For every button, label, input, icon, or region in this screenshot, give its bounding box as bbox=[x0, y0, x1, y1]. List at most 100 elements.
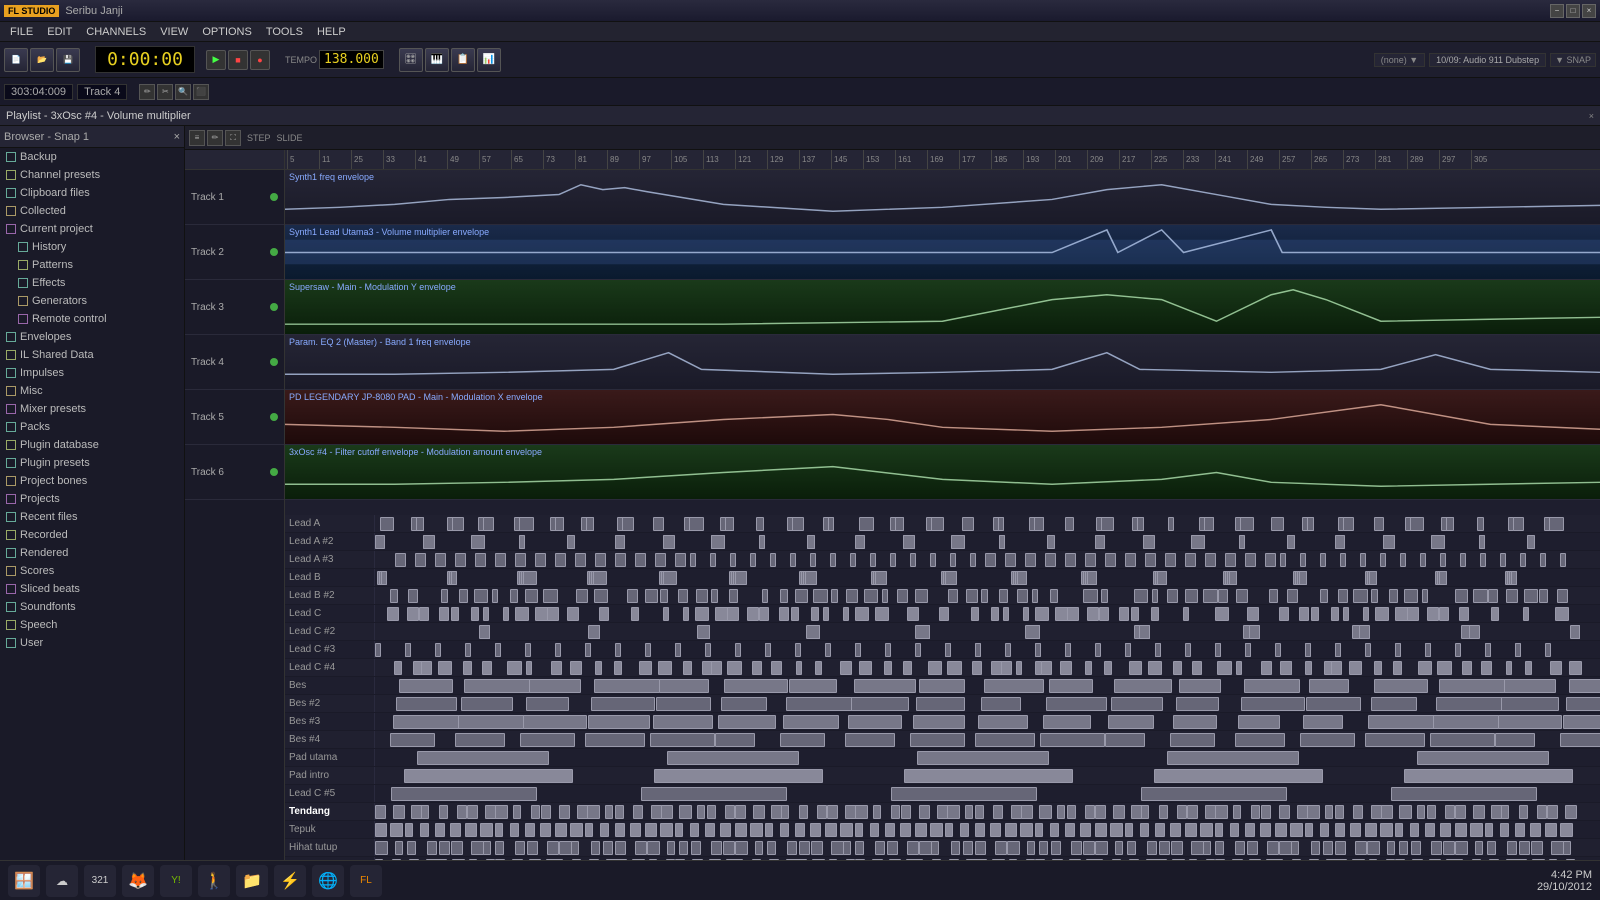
sidebar-item-speech[interactable]: Speech bbox=[0, 616, 184, 634]
sidebar-item-project-bones[interactable]: Project bones bbox=[0, 472, 184, 490]
tool-btn-1[interactable]: ✏ bbox=[139, 84, 155, 100]
pattern-block bbox=[1218, 589, 1228, 603]
pattern-block bbox=[993, 805, 1003, 819]
draw-btn[interactable]: ✏ bbox=[207, 130, 223, 146]
pattern-row-1[interactable]: Lead A #2 bbox=[285, 533, 1600, 551]
pattern-row-16[interactable]: Tendang bbox=[285, 803, 1600, 821]
taskbar-bolt[interactable]: ⚡ bbox=[274, 865, 306, 897]
pattern-row-10[interactable]: Bes #2 bbox=[285, 695, 1600, 713]
record-button[interactable]: ● bbox=[250, 50, 270, 70]
taskbar-folder[interactable]: 📁 bbox=[236, 865, 268, 897]
taskbar-steam[interactable]: ☁ bbox=[46, 865, 78, 897]
track-row-4[interactable]: Param. EQ 2 (Master) - Band 1 freq envel… bbox=[285, 335, 1600, 390]
tool-btn-4[interactable]: ⬛ bbox=[193, 84, 209, 100]
taskbar-firefox[interactable]: 🦊 bbox=[122, 865, 154, 897]
pattern-row-4[interactable]: Lead B #2 bbox=[285, 587, 1600, 605]
browser-button[interactable]: 📋 bbox=[451, 48, 475, 72]
pattern-row-8[interactable]: Lead C #4 bbox=[285, 659, 1600, 677]
close-button[interactable]: × bbox=[1582, 4, 1596, 18]
playlist-close[interactable]: × bbox=[1589, 111, 1594, 121]
menu-help[interactable]: HELP bbox=[311, 25, 352, 39]
pattern-row-3[interactable]: Lead B bbox=[285, 569, 1600, 587]
sidebar-item-collected[interactable]: Collected bbox=[0, 202, 184, 220]
pattern-row-7[interactable]: Lead C #3 bbox=[285, 641, 1600, 659]
start-button[interactable]: 🪟 bbox=[8, 865, 40, 897]
pattern-block bbox=[991, 661, 1002, 675]
sidebar-item-rendered[interactable]: Rendered bbox=[0, 544, 184, 562]
sidebar-item-remote-control[interactable]: Remote control bbox=[0, 310, 184, 328]
menu-channels[interactable]: CHANNELS bbox=[80, 25, 152, 39]
sidebar-item-envelopes[interactable]: Envelopes bbox=[0, 328, 184, 346]
pattern-row-5[interactable]: Lead C bbox=[285, 605, 1600, 623]
browser-close[interactable]: × bbox=[174, 131, 180, 143]
sidebar-item-channel-presets[interactable]: Channel presets bbox=[0, 166, 184, 184]
pattern-row-18[interactable]: Hihat tutup bbox=[285, 839, 1600, 857]
track-row-6[interactable]: 3xOsc #4 - Filter cutoff envelope - Modu… bbox=[285, 445, 1600, 500]
track-row-2[interactable]: Synth1 Lead Utama3 - Volume multiplier e… bbox=[285, 225, 1600, 280]
sidebar-item-mixer-presets[interactable]: Mixer presets bbox=[0, 400, 184, 418]
sidebar-item-recent-files[interactable]: Recent files bbox=[0, 508, 184, 526]
sidebar-item-history[interactable]: History bbox=[0, 238, 184, 256]
zoom-btn[interactable]: ⛶ bbox=[225, 130, 241, 146]
playlist-button[interactable]: 📊 bbox=[477, 48, 501, 72]
step-mode-btn[interactable]: ≡ bbox=[189, 130, 205, 146]
sidebar-item-scores[interactable]: Scores bbox=[0, 562, 184, 580]
pattern-row-2[interactable]: Lead A #3 bbox=[285, 551, 1600, 569]
pattern-row-0[interactable]: Lead A bbox=[285, 515, 1600, 533]
pattern-row-17[interactable]: Tepuk bbox=[285, 821, 1600, 839]
snap-selector[interactable]: ▼ SNAP bbox=[1550, 53, 1596, 67]
sidebar-item-projects[interactable]: Projects bbox=[0, 490, 184, 508]
pattern-row-11[interactable]: Bes #3 bbox=[285, 713, 1600, 731]
taskbar-globe[interactable]: 🌐 bbox=[312, 865, 344, 897]
sidebar-item-user[interactable]: User bbox=[0, 634, 184, 652]
tool-btn-2[interactable]: ✂ bbox=[157, 84, 173, 100]
track-row-3[interactable]: Supersaw - Main - Modulation Y envelope bbox=[285, 280, 1600, 335]
stop-button[interactable]: ■ bbox=[228, 50, 248, 70]
tool-btn-3[interactable]: 🔍 bbox=[175, 84, 191, 100]
menu-options[interactable]: OPTIONS bbox=[196, 25, 258, 39]
taskbar-yahoo[interactable]: Y! bbox=[160, 865, 192, 897]
taskbar-person[interactable]: 🚶 bbox=[198, 865, 230, 897]
sidebar-item-sliced-beats[interactable]: Sliced beats bbox=[0, 580, 184, 598]
sidebar-item-recorded[interactable]: Recorded bbox=[0, 526, 184, 544]
piano-button[interactable]: 🎹 bbox=[425, 48, 449, 72]
sidebar-item-generators[interactable]: Generators bbox=[0, 292, 184, 310]
sidebar-item-plugin-presets[interactable]: Plugin presets bbox=[0, 454, 184, 472]
sidebar-item-soundfonts[interactable]: Soundfonts bbox=[0, 598, 184, 616]
menu-edit[interactable]: EDIT bbox=[41, 25, 78, 39]
mixer-button[interactable]: 🎛 bbox=[399, 48, 423, 72]
sidebar-item-effects[interactable]: Effects bbox=[0, 274, 184, 292]
pattern-row-13[interactable]: Pad utama bbox=[285, 749, 1600, 767]
track-row-5[interactable]: PD LEGENDARY JP-8080 PAD - Main - Modula… bbox=[285, 390, 1600, 445]
taskbar-fl[interactable]: FL bbox=[350, 865, 382, 897]
pattern-block bbox=[1459, 607, 1469, 621]
sidebar-item-impulses[interactable]: Impulses bbox=[0, 364, 184, 382]
sidebar-item-current-project[interactable]: Current project bbox=[0, 220, 184, 238]
play-button[interactable]: ▶ bbox=[206, 50, 226, 70]
pattern-selector[interactable]: (none) ▼ bbox=[1374, 53, 1425, 67]
new-button[interactable]: 📄 bbox=[4, 48, 28, 72]
sidebar-item-clipboard-files[interactable]: Clipboard files bbox=[0, 184, 184, 202]
menu-view[interactable]: VIEW bbox=[154, 25, 194, 39]
maximize-button[interactable]: □ bbox=[1566, 4, 1580, 18]
save-button[interactable]: 💾 bbox=[56, 48, 80, 72]
sidebar-item-patterns[interactable]: Patterns bbox=[0, 256, 184, 274]
sidebar-item-il-shared-data[interactable]: IL Shared Data bbox=[0, 346, 184, 364]
ruler-tick-57: 57 bbox=[479, 150, 491, 169]
pattern-row-15[interactable]: Lead C #5 bbox=[285, 785, 1600, 803]
track-row-1[interactable]: Synth1 freq envelope bbox=[285, 170, 1600, 225]
sidebar-item-packs[interactable]: Packs bbox=[0, 418, 184, 436]
open-button[interactable]: 📂 bbox=[30, 48, 54, 72]
sidebar-item-misc[interactable]: Misc bbox=[0, 382, 184, 400]
menu-tools[interactable]: TOOLS bbox=[260, 25, 309, 39]
tempo-display[interactable]: 138.000 bbox=[319, 50, 384, 69]
pattern-row-14[interactable]: Pad intro bbox=[285, 767, 1600, 785]
pattern-row-9[interactable]: Bes bbox=[285, 677, 1600, 695]
pattern-row-12[interactable]: Bes #4 bbox=[285, 731, 1600, 749]
taskbar-321[interactable]: 321 bbox=[84, 865, 116, 897]
minimize-button[interactable]: − bbox=[1550, 4, 1564, 18]
sidebar-item-plugin-database[interactable]: Plugin database bbox=[0, 436, 184, 454]
menu-file[interactable]: FILE bbox=[4, 25, 39, 39]
pattern-row-6[interactable]: Lead C #2 bbox=[285, 623, 1600, 641]
sidebar-item-backup[interactable]: Backup bbox=[0, 148, 184, 166]
